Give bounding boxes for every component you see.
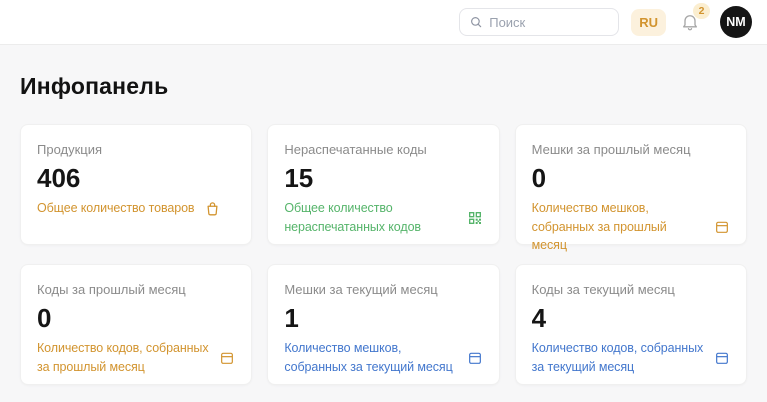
card-codes-last-month: Коды за прошлый месяц 0 Количество кодов…	[20, 264, 252, 385]
card-bags-last-month: Мешки за прошлый месяц 0 Количество мешк…	[515, 124, 747, 245]
card-value: 0	[532, 164, 730, 194]
language-button[interactable]: RU	[631, 9, 666, 36]
card-title: Мешки за прошлый месяц	[532, 142, 730, 157]
card-codes-current-month: Коды за текущий месяц 4 Количество кодов…	[515, 264, 747, 385]
card-title: Коды за текущий месяц	[532, 282, 730, 297]
card-value: 15	[284, 164, 482, 194]
calendar-icon	[714, 219, 730, 235]
page-title: Инфопанель	[20, 73, 747, 100]
qr-code-icon	[467, 210, 483, 226]
card-description: Количество мешков, собранных за прошлый …	[532, 199, 704, 255]
notification-badge: 2	[692, 2, 711, 20]
card-title: Мешки за текущий месяц	[284, 282, 482, 297]
stats-grid: Продукция 406 Общее количество товаров Н…	[0, 124, 767, 385]
card-bags-current-month: Мешки за текущий месяц 1 Количество мешк…	[267, 264, 499, 385]
shopping-bag-icon	[204, 200, 221, 217]
card-value: 406	[37, 164, 235, 194]
card-title: Нераспечатанные коды	[284, 142, 482, 157]
card-description: Количество кодов, собранных за прошлый м…	[37, 339, 209, 377]
card-description: Количество кодов, собранных за текущий м…	[532, 339, 704, 377]
card-description: Общее количество товаров	[37, 199, 194, 218]
notifications-button[interactable]: 2	[678, 10, 702, 34]
calendar-icon	[467, 350, 483, 366]
card-value: 0	[37, 304, 235, 334]
card-products: Продукция 406 Общее количество товаров	[20, 124, 252, 245]
card-unprinted-codes: Нераспечатанные коды 15 Общее количество…	[267, 124, 499, 245]
search-icon	[469, 15, 483, 29]
calendar-icon	[219, 350, 235, 366]
avatar[interactable]: NM	[720, 6, 752, 38]
card-description: Количество мешков, собранных за текущий …	[284, 339, 456, 377]
calendar-icon	[714, 350, 730, 366]
card-value: 4	[532, 304, 730, 334]
card-value: 1	[284, 304, 482, 334]
card-title: Коды за прошлый месяц	[37, 282, 235, 297]
search-input[interactable]	[489, 15, 609, 30]
search-box[interactable]	[459, 8, 619, 36]
card-title: Продукция	[37, 142, 235, 157]
top-bar: RU 2 NM	[0, 0, 767, 45]
card-description: Общее количество нераспечатанных кодов	[284, 199, 456, 237]
